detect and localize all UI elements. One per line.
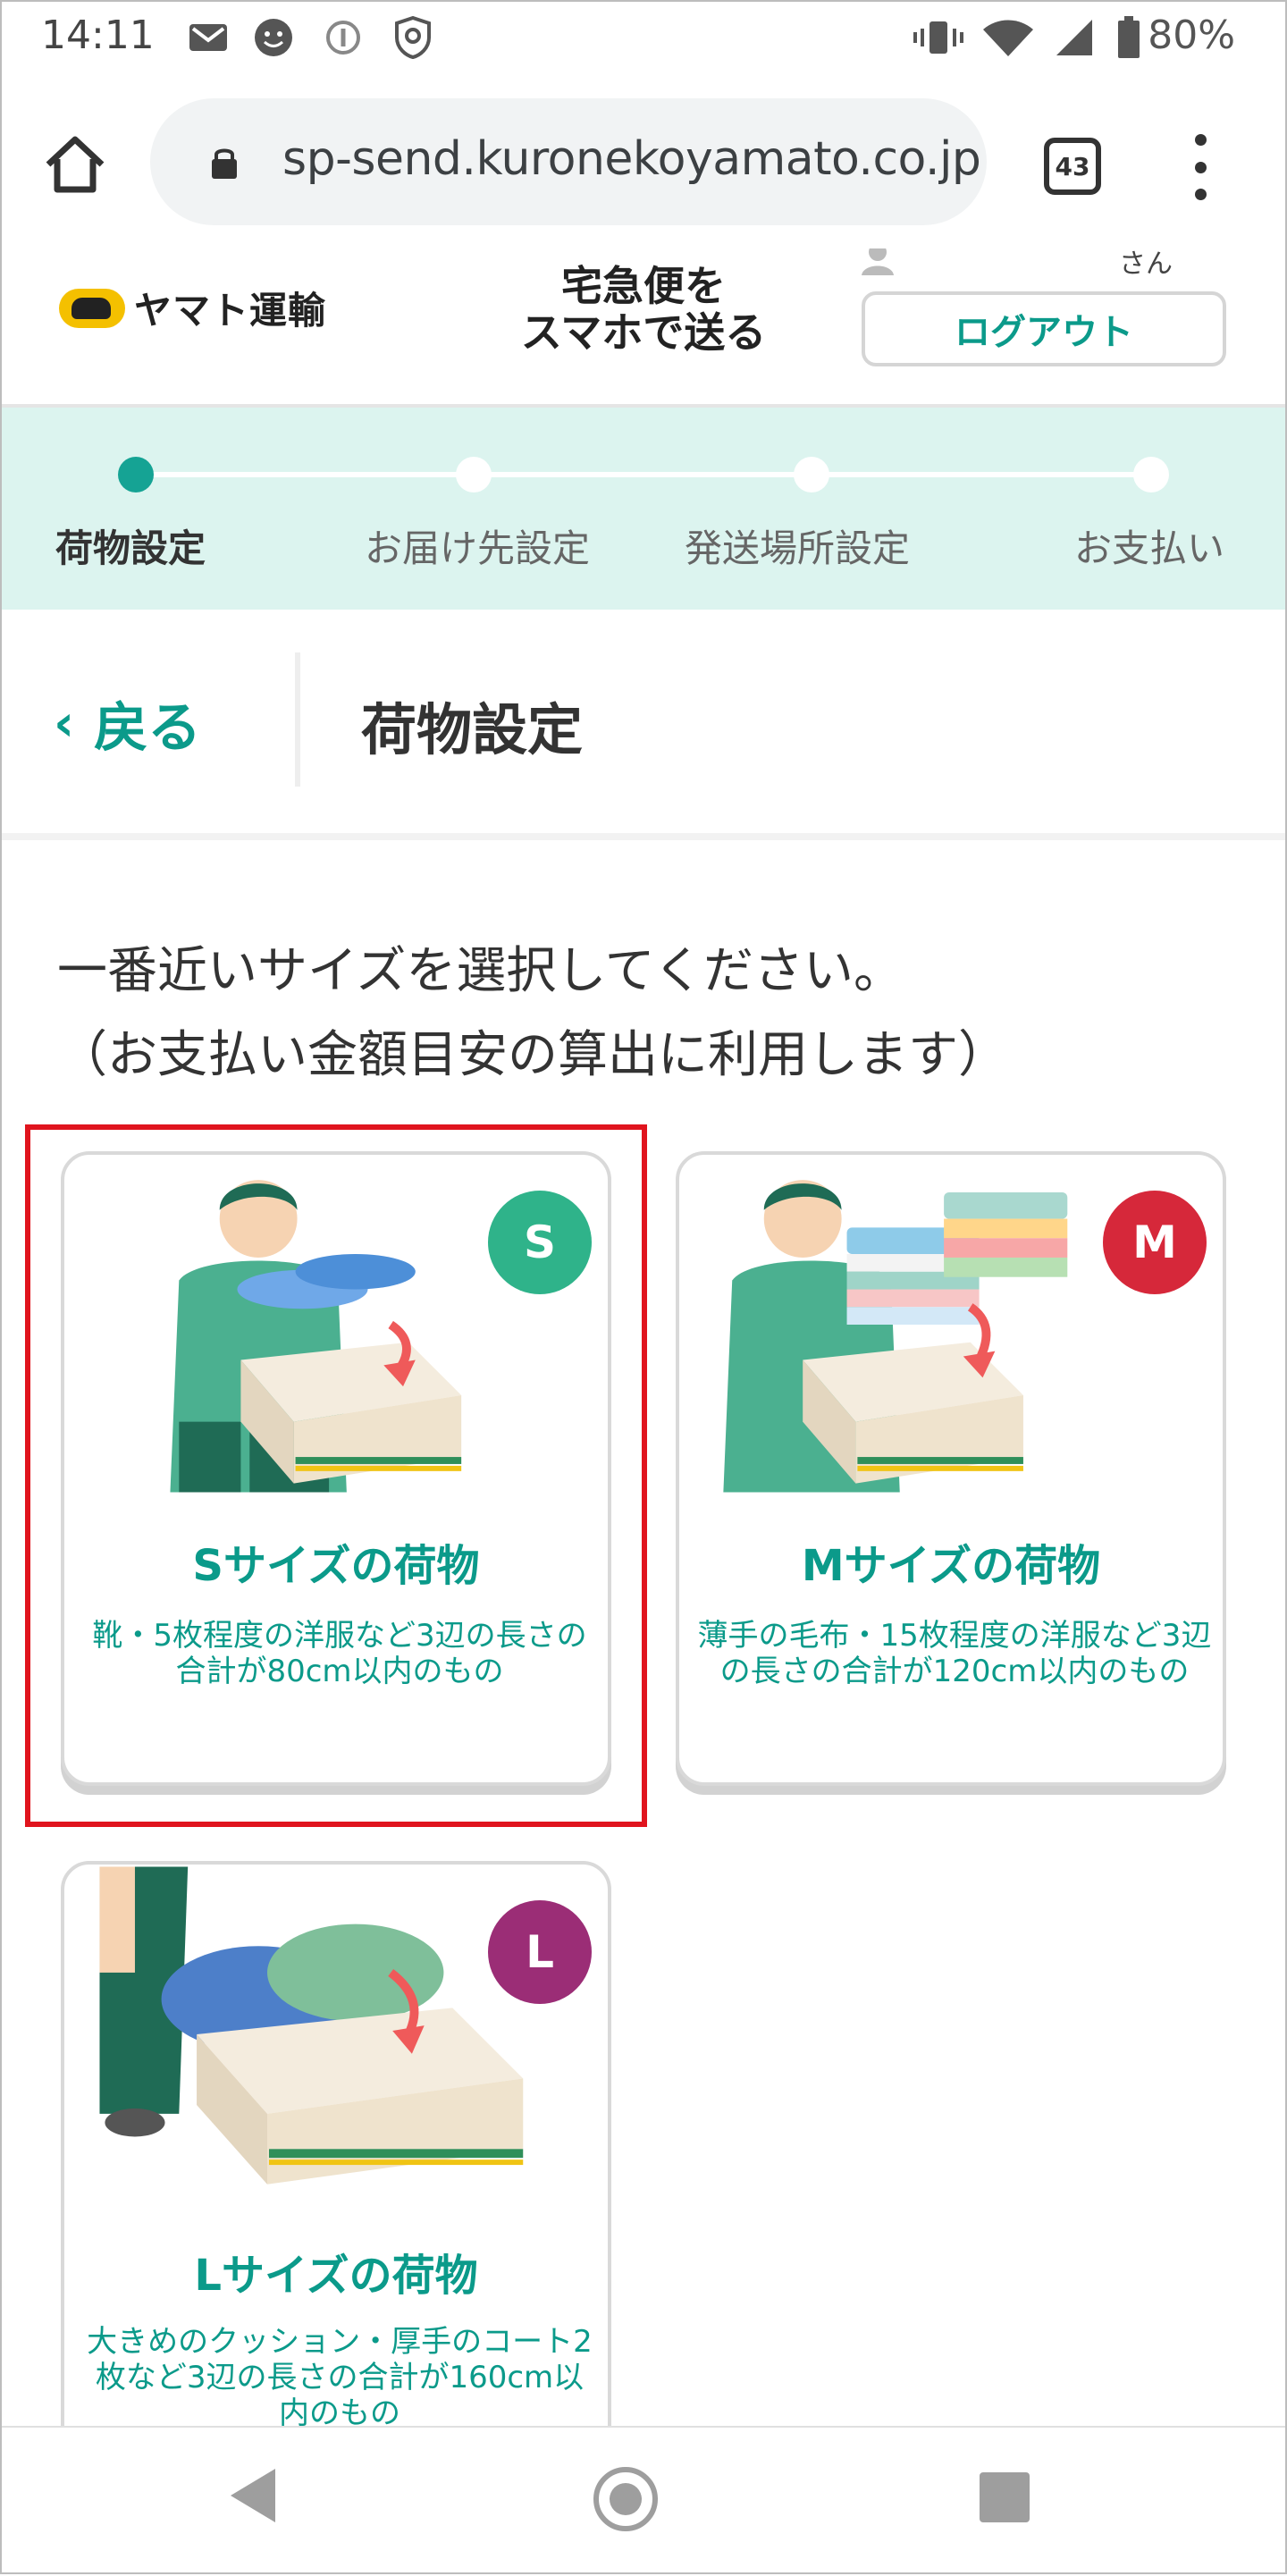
overflow-menu-icon[interactable] bbox=[1178, 134, 1223, 200]
step-dot-3 bbox=[794, 457, 829, 492]
status-time: 14:11 bbox=[41, 13, 155, 58]
info-icon bbox=[325, 16, 361, 59]
lock-icon bbox=[209, 145, 240, 181]
step-label-shipping-place: 発送場所設定 bbox=[685, 526, 911, 570]
shield-icon bbox=[393, 16, 433, 59]
page-header: ‹ 戻る 荷物設定 bbox=[0, 613, 1287, 840]
home-icon[interactable] bbox=[39, 129, 111, 200]
size-desc-l: 大きめのクッション・厚手のコート2枚など3辺の長さの合計が160cm以内のもの bbox=[87, 2324, 593, 2431]
back-label: 戻る bbox=[94, 697, 202, 760]
url-text: sp-send.kuronekoyamato.co.jp bbox=[282, 132, 981, 186]
user-icon bbox=[860, 243, 896, 275]
yamato-logo[interactable]: ヤマト運輸 bbox=[59, 281, 326, 335]
chevron-left-icon: ‹ bbox=[54, 695, 75, 753]
home-circle-icon[interactable] bbox=[593, 2467, 658, 2531]
back-button[interactable]: ‹ 戻る bbox=[54, 685, 201, 762]
step-dot-1 bbox=[118, 457, 154, 492]
recent-apps-icon[interactable] bbox=[980, 2472, 1030, 2522]
battery-percent: 80% bbox=[1148, 13, 1235, 58]
size-card-s[interactable]: S Sサイズの荷物 靴・5枚程度の洋服など3辺の長さの合計が80cm以内のもの bbox=[61, 1151, 611, 1786]
browser-toolbar: sp-send.kuronekoyamato.co.jp 43 bbox=[0, 79, 1287, 248]
tab-switcher-button[interactable]: 43 bbox=[1044, 138, 1101, 195]
size-badge-s: S bbox=[488, 1191, 592, 1294]
progress-steps: 荷物設定 お届け先設定 発送場所設定 お支払い bbox=[0, 408, 1287, 610]
size-badge-l: L bbox=[488, 1900, 592, 2004]
gmail-icon bbox=[188, 16, 229, 59]
service-title: 宅急便を スマホで送る bbox=[520, 262, 767, 357]
system-nav-bar bbox=[0, 2426, 1287, 2576]
battery-icon bbox=[1117, 16, 1140, 59]
steps-line bbox=[136, 472, 1151, 477]
logout-button[interactable]: ログアウト bbox=[862, 291, 1226, 366]
instruction-text: 一番近いサイズを選択してください。 （お支払い金額目安の算出に利用します） bbox=[57, 942, 1008, 1084]
size-title-l: Lサイズの荷物 bbox=[194, 2251, 478, 2301]
size-desc-s: 靴・5枚程度の洋服など3辺の長さの合計が80cm以内のもの bbox=[92, 1618, 587, 1689]
size-card-m[interactable]: M Mサイズの荷物 薄手の毛布・15枚程度の洋服など3辺の長さの合計が120cm… bbox=[676, 1151, 1226, 1786]
step-label-payment: お支払い bbox=[1074, 526, 1225, 570]
page-title: 荷物設定 bbox=[361, 697, 584, 762]
site-header: ヤマト運輸 宅急便を スマホで送る さん ログアウト bbox=[0, 243, 1287, 408]
address-bar[interactable]: sp-send.kuronekoyamato.co.jp bbox=[150, 98, 987, 225]
back-icon[interactable] bbox=[231, 2469, 275, 2522]
vibrate-icon bbox=[913, 16, 963, 59]
size-title-m: Mサイズの荷物 bbox=[801, 1541, 1101, 1591]
step-label-package: 荷物設定 bbox=[55, 526, 206, 570]
divider bbox=[295, 652, 300, 787]
step-dot-4 bbox=[1133, 457, 1169, 492]
size-title-s: Sサイズの荷物 bbox=[192, 1541, 480, 1591]
size-badge-m: M bbox=[1103, 1191, 1207, 1294]
wifi-icon bbox=[981, 16, 1035, 59]
black-cat-icon bbox=[59, 288, 125, 328]
face-icon bbox=[254, 16, 293, 59]
user-name-suffix: さん bbox=[1119, 248, 1173, 280]
step-label-destination: お届け先設定 bbox=[365, 526, 591, 570]
status-bar: 14:11 80% bbox=[0, 0, 1287, 79]
signal-icon bbox=[1055, 16, 1094, 59]
size-desc-m: 薄手の毛布・15枚程度の洋服など3辺の長さの合計が120cm以内のもの bbox=[697, 1618, 1212, 1689]
step-dot-2 bbox=[456, 457, 492, 492]
